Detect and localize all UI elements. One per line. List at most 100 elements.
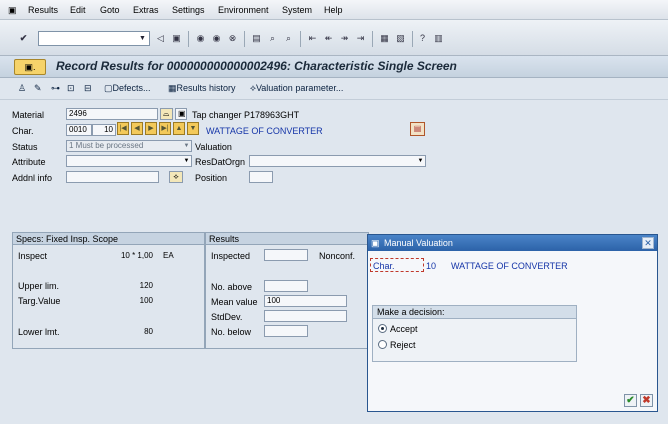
attribute-label: Attribute — [12, 157, 46, 167]
menu-results[interactable]: Results — [28, 5, 58, 15]
chevron-down-icon[interactable]: ▼ — [416, 156, 425, 166]
menu-help[interactable]: Help — [324, 5, 343, 15]
addnl-info-label: Addnl info — [12, 173, 53, 183]
defects-button[interactable]: ▢Defects... — [104, 83, 151, 94]
lock-icon[interactable]: ⊡ — [67, 83, 75, 94]
dialog-title-bar: ▣ Manual Valuation ✕ — [368, 235, 657, 251]
char-label: Char. — [12, 126, 34, 136]
last-item-icon[interactable]: ▶| — [159, 122, 171, 135]
results-panel: Results Inspected Nonconf. No. above Mea… — [205, 232, 369, 349]
results-history-button[interactable]: ▦Results history — [168, 83, 236, 94]
accept-radio[interactable] — [378, 324, 387, 333]
first-item-icon[interactable]: |◀ — [117, 122, 129, 135]
status-label: Status — [12, 142, 38, 152]
long-text-icon[interactable]: ▤ — [410, 122, 425, 136]
cancel-button[interactable]: ✖ — [640, 394, 653, 407]
next-item-icon[interactable]: ▶ — [145, 122, 157, 135]
inspected-field[interactable] — [264, 249, 308, 261]
first-page-icon[interactable]: ⇤ — [306, 32, 319, 45]
position-field[interactable] — [249, 171, 273, 183]
no-above-label: No. above — [211, 282, 253, 292]
nonconf-label: Nonconf. — [319, 251, 356, 261]
stddev-field[interactable] — [264, 310, 347, 322]
link-icon[interactable]: ⊶ — [51, 83, 60, 94]
valuation-parameter-button[interactable]: ⟡Valuation parameter... — [250, 83, 343, 94]
dialog-char-number: 10 — [426, 261, 437, 271]
menu-edit[interactable]: Edit — [70, 5, 86, 15]
new-session-icon[interactable]: ▦ — [378, 32, 391, 45]
print-icon[interactable]: ▤ — [250, 32, 263, 45]
decision-group: Make a decision: Accept Reject — [372, 305, 577, 362]
attribute-select[interactable]: ▼ — [66, 155, 192, 167]
accept-label[interactable]: Accept — [390, 324, 418, 334]
chevron-down-icon[interactable]: ▼ — [137, 33, 148, 44]
layout-menu-icon[interactable]: ▥ — [432, 32, 445, 45]
dialog-char-label: Char. — [373, 261, 395, 271]
menu-system[interactable]: System — [282, 5, 312, 15]
next-page-icon[interactable]: ↠ — [338, 32, 351, 45]
addnl-info-field[interactable] — [66, 171, 159, 183]
lower-limit-value: 80 — [144, 327, 153, 336]
find-next-icon[interactable]: ⌕ — [282, 32, 295, 45]
upper-limit-value: 120 — [139, 281, 153, 290]
char-number-field[interactable]: 0010 — [66, 124, 92, 136]
target-value: 100 — [139, 296, 153, 305]
up-arrow-icon[interactable]: ▲ — [173, 122, 185, 135]
no-above-field[interactable] — [264, 280, 308, 292]
manual-valuation-dialog: ▣ Manual Valuation ✕ Char. 10 WATTAGE OF… — [367, 234, 658, 412]
edit-icon[interactable]: ✎ — [34, 83, 42, 94]
exit-icon[interactable]: ◉ — [210, 32, 223, 45]
document-icon[interactable]: ▣ — [175, 108, 187, 120]
command-field[interactable]: ▼ — [38, 31, 150, 46]
position-label: Position — [195, 173, 228, 183]
no-below-field[interactable] — [264, 325, 308, 337]
find-icon[interactable]: ⌕ — [266, 32, 279, 45]
prev-page-icon[interactable]: ↞ — [322, 32, 335, 45]
menu-environment[interactable]: Environment — [218, 5, 269, 15]
back-icon[interactable]: ◉ — [194, 32, 207, 45]
stddev-label: StdDev. — [211, 312, 243, 322]
material-description: Tap changer P178963GHT — [192, 110, 300, 120]
upper-limit-label: Upper lim. — [18, 281, 60, 291]
mean-value-field[interactable]: 100 — [264, 295, 347, 307]
status-select[interactable]: 1 Must be processed ▼ — [66, 140, 192, 152]
toolbar-divider — [188, 31, 189, 47]
valuation-parameter-label: Valuation parameter... — [255, 83, 344, 93]
enter-icon[interactable]: ✔ — [17, 32, 30, 45]
results-history-label: Results history — [176, 83, 236, 93]
shortcut-icon[interactable]: ▧ — [394, 32, 407, 45]
last-page-icon[interactable]: ⇥ — [354, 32, 367, 45]
glasses-icon[interactable]: ⌓ — [160, 108, 173, 120]
back-arrow-icon[interactable]: ◁ — [154, 32, 167, 45]
resdatorgn-select[interactable]: ▼ — [249, 155, 426, 167]
menu-settings[interactable]: Settings — [172, 5, 205, 15]
inspect-value: 10 * 1,00 — [120, 251, 153, 260]
menu-icon[interactable]: ▣ — [8, 5, 17, 16]
mean-value-label: Mean value — [211, 297, 258, 307]
char-sub-field[interactable]: 10 — [92, 124, 116, 136]
down-arrow-icon[interactable]: ▼ — [187, 122, 199, 135]
user-icon[interactable]: ♙ — [18, 83, 26, 94]
application-toolbar: ♙ ✎ ⊶ ⊡ ⊟ ▢Defects... ▦Results history ⟡… — [0, 78, 668, 100]
unlock-icon[interactable]: ⊟ — [84, 83, 92, 94]
reject-label[interactable]: Reject — [390, 340, 416, 350]
confirm-button[interactable]: ✔ — [624, 394, 637, 407]
status-value: 1 Must be processed — [69, 141, 144, 150]
reject-radio[interactable] — [378, 340, 387, 349]
cancel-icon[interactable]: ⊗ — [226, 32, 239, 45]
chevron-down-icon[interactable]: ▼ — [182, 141, 191, 151]
close-icon[interactable]: ✕ — [642, 237, 654, 249]
menu-button[interactable]: ▣. — [14, 59, 46, 75]
material-field[interactable]: 2496 — [66, 108, 158, 120]
inspect-unit: EA — [163, 251, 174, 260]
no-below-label: No. below — [211, 327, 252, 337]
menu-extras[interactable]: Extras — [133, 5, 159, 15]
help-icon[interactable]: ? — [416, 32, 429, 45]
save-icon[interactable]: ▣ — [170, 32, 183, 45]
chevron-down-icon[interactable]: ▼ — [182, 156, 191, 166]
char-label-box: Char. — [370, 258, 424, 272]
prev-item-icon[interactable]: ◀ — [131, 122, 143, 135]
valuation-icon[interactable]: ⟡ — [169, 171, 183, 183]
dialog-char-description: WATTAGE OF CONVERTER — [451, 261, 568, 271]
menu-goto[interactable]: Goto — [100, 5, 120, 15]
